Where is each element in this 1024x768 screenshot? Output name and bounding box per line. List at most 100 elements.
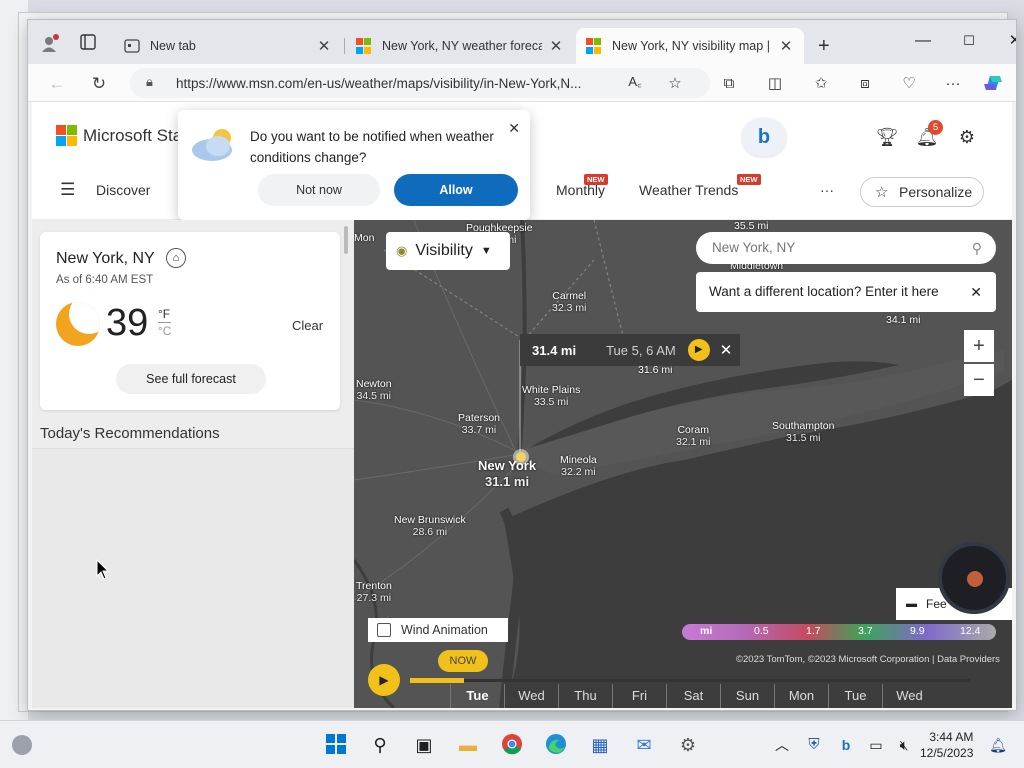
see-full-forecast-button[interactable]: See full forecast [116, 364, 266, 394]
profile-icon[interactable] [40, 34, 59, 52]
timeline-day[interactable]: Tue [828, 684, 882, 708]
logo-text: Microsoft Sta [83, 125, 183, 145]
security-shield-icon[interactable]: ⛨ [802, 733, 826, 757]
not-now-button[interactable]: Not now [258, 174, 380, 206]
settings-gear-icon[interactable]: ⚙ [676, 733, 700, 757]
zoom-out-button[interactable]: − [964, 364, 994, 396]
timeline-day[interactable]: Fri [612, 684, 666, 708]
store-icon[interactable]: ▦ [588, 733, 612, 757]
rewards-trophy-icon[interactable]: 🏆︎ [874, 124, 900, 150]
search-icon[interactable]: ⚲ [368, 733, 392, 757]
close-tab-icon[interactable]: ✕ [778, 37, 794, 55]
timeline-day[interactable]: Thu [558, 684, 612, 708]
unit-c[interactable]: °C [158, 322, 172, 339]
personalize-button[interactable]: ☆ Personalize [860, 177, 984, 207]
partly-cloudy-icon [192, 129, 232, 161]
map-layer-label: Visibility [415, 242, 473, 259]
notification-message: Do you want to be notified when weather … [250, 129, 494, 165]
minimize-button[interactable]: — [900, 26, 946, 56]
maximize-button[interactable]: ☐ [946, 26, 992, 56]
close-window-button[interactable]: ✕ [992, 26, 1016, 56]
address-field[interactable]: 🔒︎ https://www.msn.com/en-us/weather/map… [130, 68, 710, 98]
back-button[interactable]: ← [44, 71, 70, 97]
unit-toggle[interactable]: °F °C [158, 306, 172, 339]
extensions-icon[interactable]: ⧉ [718, 73, 740, 95]
allow-button[interactable]: Allow [394, 174, 518, 206]
nav-weather-trends[interactable]: Weather Trends NEW [639, 174, 761, 198]
close-icon[interactable]: ✕ [970, 272, 982, 312]
home-icon[interactable]: ⌂ [166, 248, 186, 268]
file-explorer-icon[interactable]: ▬ [456, 733, 480, 757]
settings-more-icon[interactable]: ··· [942, 73, 964, 95]
nav-discover[interactable]: Discover [96, 182, 150, 198]
read-aloud-icon[interactable]: A꜀ [624, 71, 646, 93]
visibility-map[interactable]: Mon Poughkeepsie35.2 mi 35.5 mi Middleto… [354, 220, 1012, 708]
location-pin-icon[interactable] [516, 452, 526, 462]
nav-monthly[interactable]: Monthly NEW [556, 174, 608, 198]
current-weather-card: New York, NY ⌂ As of 6:40 AM EST 39 °F °… [40, 232, 340, 410]
settings-gear-icon[interactable]: ⚙ [954, 124, 980, 150]
map-label-partial: Mon [354, 232, 375, 244]
zoom-in-button[interactable]: + [964, 330, 994, 362]
sidebar-scrollbar[interactable] [344, 226, 348, 254]
new-tab-button[interactable]: + [808, 28, 838, 64]
system-clock[interactable]: 3:44 AM 12/5/2023 [920, 729, 973, 761]
network-icon[interactable]: ▭ [864, 733, 888, 757]
timeline-day[interactable]: Sun [720, 684, 774, 708]
favorites-icon[interactable]: ✩ [810, 73, 832, 95]
clock-date: 12/5/2023 [920, 746, 974, 760]
mail-icon[interactable]: ✉ [632, 733, 656, 757]
tab-actions-icon[interactable] [80, 34, 98, 52]
city-visibility: 33.5 mi [533, 396, 569, 408]
unit-f[interactable]: °F [158, 307, 170, 321]
notification-bell-icon[interactable]: 🔔︎ [986, 733, 1010, 757]
city-label: Paterson 33.7 mi [458, 412, 500, 436]
readout-time: Tue 5, 6 AM [606, 342, 676, 358]
timeline-day[interactable]: Wed [504, 684, 558, 708]
timeline-day[interactable]: Sat [666, 684, 720, 708]
tab-label: New tab [150, 39, 196, 53]
split-screen-icon[interactable]: ◫ [764, 73, 786, 95]
map-layer-dropdown[interactable]: ◉ Visibility ▼ [386, 232, 510, 270]
tab-separator [344, 38, 345, 54]
timeline-track[interactable] [410, 679, 970, 682]
tab-new-tab[interactable]: New tab ✕ [114, 28, 342, 64]
microsoft-start-logo[interactable]: Microsoft Sta [56, 125, 182, 146]
timeline-day[interactable]: Mon [774, 684, 828, 708]
copilot-icon[interactable] [980, 70, 1006, 96]
close-icon[interactable]: ✕ [508, 120, 520, 137]
chrome-icon[interactable] [500, 733, 524, 757]
volume-muted-icon[interactable]: 🔇︎ [892, 733, 916, 757]
timeline-play-button[interactable]: ▶ [368, 664, 400, 696]
bing-chat-button[interactable]: b [742, 118, 786, 156]
clock-time: 3:44 AM [929, 730, 974, 744]
task-view-icon[interactable]: ▣ [412, 733, 436, 757]
wind-animation-checkbox[interactable] [377, 623, 391, 637]
start-windows-icon[interactable] [324, 733, 348, 757]
msn-page: Microsoft Sta b 🏆︎ 🔔︎ 5 ⚙ ☰ Discover Mon… [32, 102, 1012, 708]
refresh-button[interactable]: ↻ [86, 71, 112, 97]
map-location-search[interactable]: New York, NY ⚲ [696, 232, 996, 264]
map-label-partial: 34.1 mi [886, 314, 921, 326]
bing-tray-icon[interactable]: b [834, 733, 858, 757]
close-tab-icon[interactable]: ✕ [316, 37, 332, 55]
edge-icon[interactable] [544, 733, 568, 757]
more-options-icon[interactable]: ··· [820, 182, 834, 198]
tab-visibility-map[interactable]: New York, NY visibility map | M ✕ [576, 28, 804, 64]
tab-weather-forecast[interactable]: New York, NY weather forecast ✕ [346, 28, 574, 64]
hamburger-menu-icon[interactable]: ☰ [60, 180, 75, 200]
weather-widget-icon[interactable] [12, 735, 32, 755]
favorite-star-icon[interactable]: ☆ [664, 73, 686, 95]
wind-animation-toggle[interactable]: Wind Animation [368, 618, 508, 642]
timeline-day[interactable]: Tue [450, 684, 504, 708]
browser-essentials-icon[interactable]: ♡ [898, 73, 920, 95]
collections-icon[interactable]: ⧈ [854, 73, 876, 95]
chevron-up-icon[interactable]: ︿ [770, 733, 794, 757]
timeline-day[interactable]: Wed [882, 684, 936, 708]
now-marker[interactable]: NOW [438, 650, 488, 672]
close-tab-icon[interactable]: ✕ [548, 37, 564, 55]
search-icon[interactable]: ⚲ [972, 232, 982, 264]
play-icon[interactable]: ▶ [687, 339, 710, 361]
close-icon[interactable]: ✕ [720, 341, 733, 359]
assistant-avatar[interactable] [938, 542, 1010, 614]
